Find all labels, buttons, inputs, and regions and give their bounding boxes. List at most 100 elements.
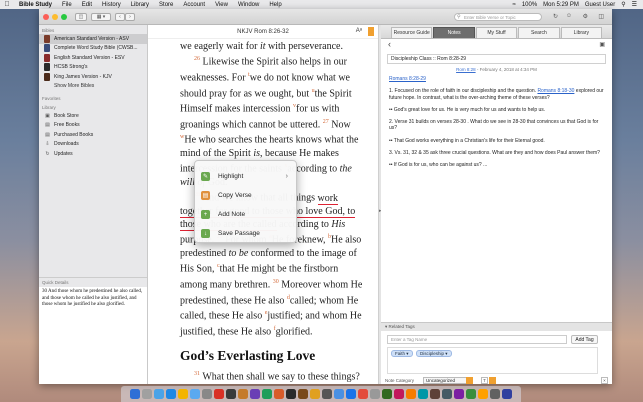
note-ref-link[interactable]: Romans 8:28-29 bbox=[389, 76, 426, 82]
battery-percent[interactable]: 100% bbox=[522, 2, 537, 8]
tab-resource-guide[interactable]: Resource Guide bbox=[391, 27, 433, 38]
romans-link[interactable]: Romans 8:18-30 bbox=[537, 88, 574, 94]
menu-account[interactable]: Account bbox=[178, 2, 210, 8]
verse-31[interactable]: 31 What then shall we say to these thing… bbox=[180, 368, 366, 384]
dock-app-icon[interactable] bbox=[321, 388, 333, 400]
dock-app-icon[interactable] bbox=[417, 388, 429, 400]
dock-app-icon[interactable] bbox=[429, 388, 441, 400]
menu-item-save-passage[interactable]: ↓ Save Passage bbox=[195, 224, 296, 243]
dock-app-icon[interactable] bbox=[237, 388, 249, 400]
menu-view[interactable]: View bbox=[210, 2, 233, 8]
dock-app-icon[interactable] bbox=[177, 388, 189, 400]
menu-edit[interactable]: Edit bbox=[77, 2, 97, 8]
menu-library[interactable]: Library bbox=[126, 2, 154, 8]
menu-item-highlight[interactable]: ✎ Highlight › bbox=[195, 167, 296, 186]
menu-help[interactable]: Help bbox=[264, 2, 286, 8]
menu-window[interactable]: Window bbox=[233, 2, 264, 8]
dock-app-icon[interactable] bbox=[405, 388, 417, 400]
dock-app-icon[interactable] bbox=[129, 388, 141, 400]
dock-app-icon[interactable] bbox=[441, 388, 453, 400]
sidebar-toggle-button[interactable]: ◫ bbox=[75, 12, 87, 21]
settings-icon[interactable]: ⚙ bbox=[583, 13, 588, 20]
account-icon[interactable]: ☺ bbox=[566, 13, 572, 19]
tab-library[interactable]: Library bbox=[560, 27, 603, 38]
dock-app-icon[interactable] bbox=[273, 388, 285, 400]
sidebar-item-asv[interactable]: American Standard Version - ASV bbox=[39, 34, 147, 44]
text-size-icon[interactable]: Aᵃ bbox=[356, 28, 362, 34]
dock-app-icon[interactable] bbox=[141, 388, 153, 400]
dock-app-icon[interactable] bbox=[285, 388, 297, 400]
color-picker-icon[interactable] bbox=[489, 377, 496, 384]
dock-app-icon[interactable] bbox=[381, 388, 393, 400]
menu-item-add-note[interactable]: + Add Note bbox=[195, 205, 296, 224]
bible-search-input[interactable]: ⚲ Enter Bible Verse or Topic bbox=[454, 13, 542, 21]
dock-app-icon[interactable] bbox=[213, 388, 225, 400]
related-tags-header[interactable]: ▾ Related Tags bbox=[381, 322, 612, 331]
menu-item-copy-verse[interactable]: ▤ Copy Verse bbox=[195, 186, 296, 205]
dock-app-icon[interactable] bbox=[345, 388, 357, 400]
text-style-icon[interactable]: T bbox=[481, 377, 488, 384]
view-mode-button[interactable]: ▦ ▾ bbox=[91, 12, 111, 21]
menu-file[interactable]: File bbox=[57, 2, 77, 8]
menu-history[interactable]: History bbox=[97, 2, 126, 8]
sidebar-item-esv[interactable]: English Standard Version - ESV bbox=[39, 53, 147, 63]
bookmark-icon[interactable] bbox=[368, 27, 374, 36]
dock-app-icon[interactable] bbox=[369, 388, 381, 400]
close-button[interactable] bbox=[43, 13, 49, 20]
apple-icon[interactable]:  bbox=[0, 1, 14, 8]
dock-app-icon[interactable] bbox=[333, 388, 345, 400]
delete-note-icon[interactable]: × bbox=[601, 377, 608, 384]
sidebar-item-hcsb[interactable]: HCSB Strong's bbox=[39, 63, 147, 73]
reader-reference[interactable]: NKJV Rom 8:26-32 bbox=[237, 29, 289, 35]
wifi-icon[interactable]: ≈ bbox=[513, 2, 516, 8]
sidebar-item-free-books[interactable]: ▤ Free Books bbox=[39, 121, 147, 131]
dock-app-icon[interactable] bbox=[393, 388, 405, 400]
tag-chip-discipleship[interactable]: Discipleship ▾ bbox=[416, 350, 452, 357]
refresh-icon[interactable]: ↻ bbox=[553, 13, 558, 20]
clock[interactable]: Mon 5:29 PM bbox=[543, 2, 579, 8]
dock-app-icon[interactable] bbox=[297, 388, 309, 400]
dock-app-icon[interactable] bbox=[477, 388, 489, 400]
tab-my-stuff[interactable]: My Stuff bbox=[475, 27, 518, 38]
note-body[interactable]: Romans 8:28-29 1. Focused on the role of… bbox=[381, 72, 612, 178]
tab-notes[interactable]: Notes bbox=[433, 27, 475, 38]
chevron-left-icon[interactable]: ‹ bbox=[388, 39, 391, 49]
bible-passage[interactable]: we eagerly wait for it with perseverance… bbox=[180, 40, 366, 53]
show-more-bibles-link[interactable]: Show More Bibles bbox=[39, 82, 147, 92]
user-name[interactable]: Guest User bbox=[585, 2, 615, 8]
minimize-button[interactable] bbox=[52, 13, 58, 20]
dock-app-icon[interactable] bbox=[153, 388, 165, 400]
menu-app-name[interactable]: Bible Study bbox=[14, 2, 57, 8]
dock-app-icon[interactable] bbox=[501, 388, 513, 400]
sidebar-item-updates[interactable]: ↻ Updates bbox=[39, 149, 147, 159]
tag-chip-faith[interactable]: Faith ▾ bbox=[391, 350, 413, 357]
spotlight-icon[interactable]: ⚲ bbox=[621, 1, 625, 8]
dock-app-icon[interactable] bbox=[357, 388, 369, 400]
tab-search[interactable]: Search bbox=[518, 27, 560, 38]
add-tag-button[interactable]: Add Tag bbox=[571, 335, 598, 344]
note-title-field[interactable]: Discipleship Class :: Rom 8:28-29 bbox=[387, 54, 606, 64]
sidebar-item-book-store[interactable]: ▣ Book Store bbox=[39, 111, 147, 121]
dock-app-icon[interactable] bbox=[201, 388, 213, 400]
menu-list-icon[interactable]: ☰ bbox=[632, 1, 637, 8]
panel-toggle-icon[interactable]: ◫ bbox=[598, 13, 604, 20]
sidebar-item-kjv[interactable]: King James Version - KJV bbox=[39, 72, 147, 82]
back-button[interactable]: ‹ bbox=[115, 12, 125, 21]
dock-app-icon[interactable] bbox=[249, 388, 261, 400]
dock-app-icon[interactable] bbox=[165, 388, 177, 400]
dock-app-icon[interactable] bbox=[225, 388, 237, 400]
tag-name-input[interactable]: Enter a Tag Name bbox=[387, 335, 567, 344]
dock-app-icon[interactable] bbox=[489, 388, 501, 400]
dock-app-icon[interactable] bbox=[309, 388, 321, 400]
note-options-icon[interactable]: ▣ bbox=[599, 41, 605, 48]
menu-store[interactable]: Store bbox=[154, 2, 178, 8]
dock-app-icon[interactable] bbox=[261, 388, 273, 400]
note-meta-ref[interactable]: Rom 8:28 bbox=[456, 67, 476, 72]
sidebar-item-purchased-books[interactable]: ▤ Purchased Books bbox=[39, 130, 147, 140]
dock-app-icon[interactable] bbox=[189, 388, 201, 400]
zoom-button[interactable] bbox=[61, 13, 67, 20]
dock-app-icon[interactable] bbox=[453, 388, 465, 400]
sidebar-item-downloads[interactable]: ⇩ Downloads bbox=[39, 140, 147, 150]
chevron-down-icon[interactable] bbox=[466, 377, 473, 384]
dock-app-icon[interactable] bbox=[465, 388, 477, 400]
